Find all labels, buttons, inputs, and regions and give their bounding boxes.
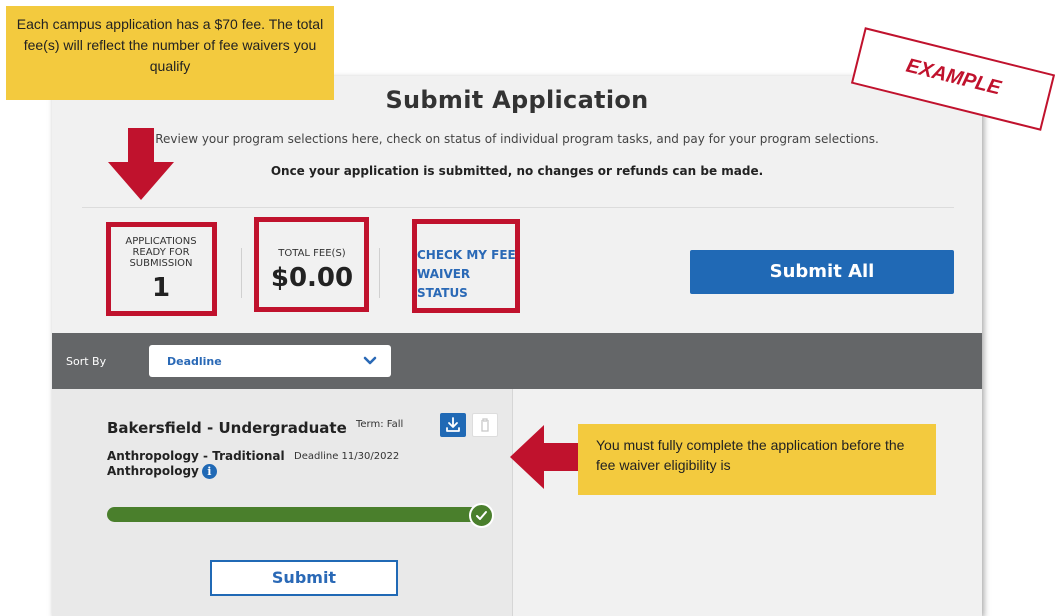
divider (82, 207, 954, 208)
arrow-left-icon (510, 425, 580, 489)
submit-all-button[interactable]: Submit All (690, 250, 954, 294)
program-name-line2: Anthropology (107, 464, 199, 478)
check-icon (469, 503, 494, 528)
arrow-down-icon (108, 128, 174, 200)
page-subtitle: Review your program selections here, che… (155, 132, 879, 146)
trash-icon (473, 414, 497, 436)
submit-application-screenshot: Submit Application Review your program s… (52, 76, 982, 616)
stat-separator (241, 248, 242, 298)
total-fee-highlight-box (254, 217, 369, 312)
download-button[interactable] (440, 413, 466, 437)
term-label: Term: Fall (356, 419, 404, 430)
sort-bar: Sort By Deadline (52, 333, 982, 389)
fee-waiver-highlight-box (412, 219, 520, 313)
chevron-down-icon (362, 353, 378, 369)
campus-name: Bakersfield - Undergraduate (107, 419, 347, 437)
sort-selected-value: Deadline (167, 355, 222, 368)
progress-bar (107, 507, 479, 522)
program-name-line1: Anthropology - Traditional (107, 449, 285, 463)
deadline-label: Deadline 11/30/2022 (294, 451, 400, 462)
program-name: Anthropology - Traditional Anthropology i (107, 449, 285, 479)
progress-bar-fill (107, 507, 479, 522)
delete-button[interactable] (472, 413, 498, 437)
download-icon (440, 413, 466, 437)
fee-waiver-callout: You must fully complete the application … (578, 424, 936, 495)
stat-separator (379, 248, 380, 298)
fee-callout: Each campus application has a $70 fee. T… (6, 6, 334, 100)
sort-by-label: Sort By (66, 355, 107, 368)
no-refund-notice: Once your application is submitted, no c… (270, 164, 764, 178)
submit-button[interactable]: Submit (210, 560, 398, 596)
info-icon[interactable]: i (201, 464, 217, 479)
applications-highlight-box (106, 222, 217, 316)
sort-select[interactable]: Deadline (149, 345, 391, 377)
